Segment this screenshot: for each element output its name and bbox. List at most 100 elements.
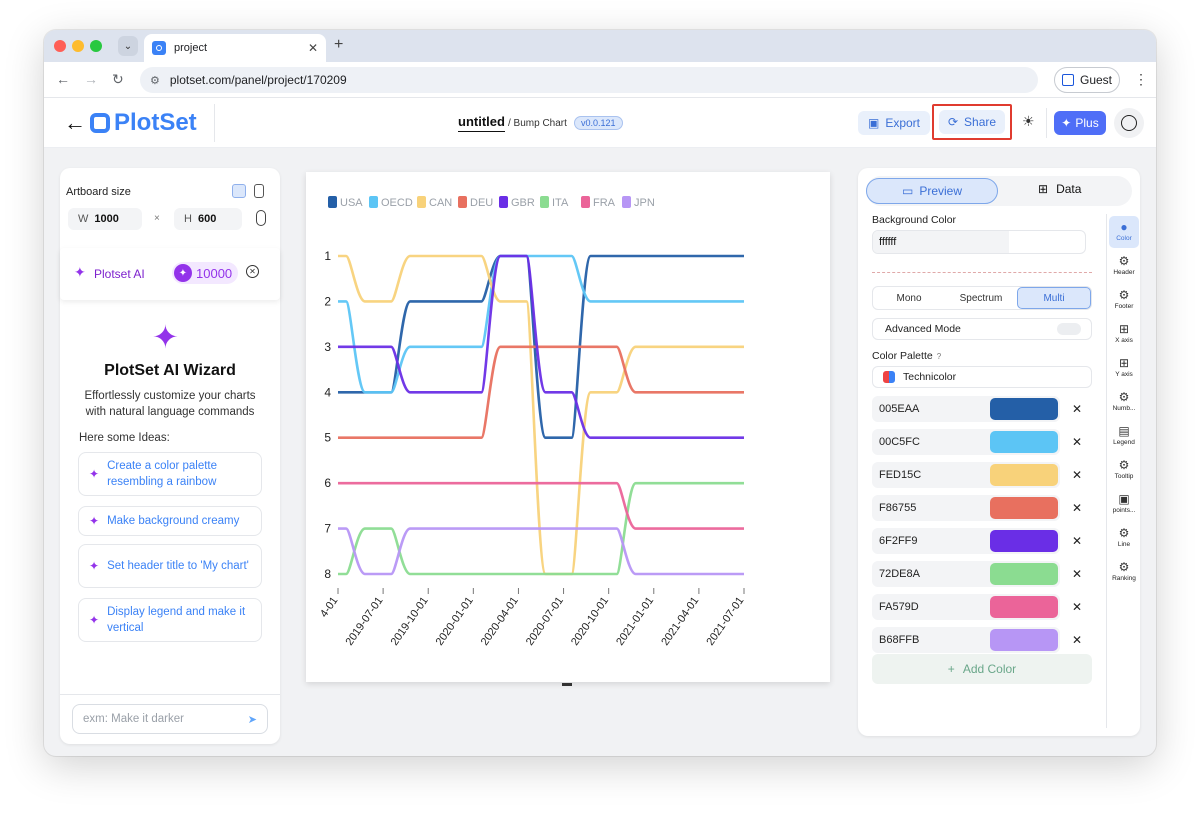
color-code-input[interactable]: FA579D: [872, 594, 1060, 620]
remove-color-icon[interactable]: ✕: [1072, 435, 1082, 449]
ai-credits-count: 10000: [196, 265, 233, 281]
legend-item: GBR: [499, 196, 535, 209]
rail-footer[interactable]: ⚙ Footer: [1109, 284, 1139, 316]
width-input[interactable]: W 1000: [68, 208, 142, 230]
mode-multi[interactable]: Multi: [1017, 287, 1091, 309]
preview-tab[interactable]: ▭ Preview: [866, 178, 998, 204]
plus-button[interactable]: ✦ Plus: [1054, 111, 1106, 135]
url-field[interactable]: ⚙ plotset.com/panel/project/170209: [140, 67, 1038, 93]
minimize-window-button[interactable]: [72, 40, 84, 52]
x-tick-label: 2021-07-01: [704, 595, 746, 648]
color-row: 6F2FF9 ✕: [872, 528, 1092, 554]
bump-chart: USA OECD CAN DEU GBR ITA FRA JPN123456784-01 201…: [318, 196, 746, 648]
back-icon[interactable]: ←: [56, 71, 70, 87]
site-info-icon[interactable]: ⚙: [150, 74, 160, 87]
height-input[interactable]: H 600: [174, 208, 242, 230]
rail-tooltip[interactable]: ⚙ Tooltip: [1109, 454, 1139, 486]
app-header: ← PlotSet untitled / Bump Chart v0.0.121…: [44, 98, 1156, 148]
sparkle-icon: ✦: [89, 613, 100, 627]
idea-vertical-legend[interactable]: ✦ Display legend and make it vertical: [78, 598, 262, 642]
advanced-mode-toggle[interactable]: [1057, 323, 1081, 335]
forward-icon[interactable]: →: [84, 71, 98, 87]
color-swatch[interactable]: [990, 464, 1058, 486]
export-button[interactable]: ▣ Export: [858, 111, 930, 135]
bg-color-input[interactable]: ffffff: [872, 230, 1086, 254]
user-icon: [1121, 115, 1137, 131]
color-code-input[interactable]: F86755: [872, 495, 1060, 521]
data-tab[interactable]: ⊞ Data: [1038, 182, 1081, 196]
y-tick-label: 7: [324, 522, 331, 536]
remove-color-icon[interactable]: ✕: [1072, 468, 1082, 482]
color-swatch[interactable]: [990, 629, 1058, 651]
mode-mono[interactable]: Mono: [873, 287, 945, 309]
color-code-input[interactable]: 00C5FC: [872, 429, 1060, 455]
rail-points[interactable]: ▣ points...: [1109, 488, 1139, 520]
tab-search-icon[interactable]: ⌄: [118, 36, 138, 56]
back-arrow-icon[interactable]: ←: [64, 110, 86, 136]
mode-spectrum[interactable]: Spectrum: [945, 287, 1017, 309]
reload-icon[interactable]: ↻: [112, 71, 124, 88]
desktop-icon[interactable]: [232, 184, 246, 198]
ai-prompt-input[interactable]: exm: Make it darker ➤: [72, 704, 268, 734]
browser-menu-icon[interactable]: ⋮: [1134, 71, 1148, 88]
user-account-button[interactable]: [1114, 108, 1144, 138]
document-title[interactable]: untitled: [458, 114, 505, 132]
add-color-button[interactable]: + Add Color: [872, 654, 1092, 684]
browser-tab[interactable]: project ✕: [144, 34, 326, 62]
remove-color-icon[interactable]: ✕: [1072, 534, 1082, 548]
resize-handle-icon[interactable]: ▬: [562, 678, 574, 689]
legend-label: USA: [340, 197, 363, 209]
aspect-lock-icon[interactable]: [256, 210, 266, 226]
color-code-input[interactable]: 72DE8A: [872, 561, 1060, 587]
rail-x-axis[interactable]: ⊞ X axis: [1109, 318, 1139, 350]
color-swatch[interactable]: [990, 398, 1058, 420]
color-swatch[interactable]: [990, 497, 1058, 519]
close-tab-icon[interactable]: ✕: [308, 41, 318, 55]
height-key: H: [184, 213, 192, 225]
color-swatch[interactable]: [990, 530, 1058, 552]
rail-line[interactable]: ⚙ Line: [1109, 522, 1139, 554]
new-tab-icon[interactable]: +: [334, 36, 343, 54]
rail-header[interactable]: ⚙ Header: [1109, 250, 1139, 282]
close-window-button[interactable]: [54, 40, 66, 52]
y-tick-label: 8: [324, 567, 331, 581]
remove-color-icon[interactable]: ✕: [1072, 402, 1082, 416]
color-code: 005EAA: [879, 403, 920, 415]
rail-y-axis[interactable]: ⊞ Y axis: [1109, 352, 1139, 384]
idea-creamy-background[interactable]: ✦ Make background creamy: [78, 506, 262, 536]
send-icon[interactable]: ➤: [248, 713, 257, 726]
color-row: B68FFB ✕: [872, 627, 1092, 653]
idea-rainbow-palette[interactable]: ✦ Create a color palette resembling a ra…: [78, 452, 262, 496]
idea-header-title[interactable]: ✦ Set header title to 'My chart': [78, 544, 262, 588]
logo[interactable]: PlotSet: [90, 109, 197, 137]
close-ai-icon[interactable]: ✕: [246, 265, 259, 278]
rail-numb[interactable]: ⚙ Numb...: [1109, 386, 1139, 418]
ai-title: Plotset AI: [94, 267, 145, 281]
color-swatch[interactable]: [990, 596, 1058, 618]
remove-color-icon[interactable]: ✕: [1072, 501, 1082, 515]
color-code-input[interactable]: FED15C: [872, 462, 1060, 488]
help-icon[interactable]: ?: [937, 352, 941, 361]
gear-icon: ⚙: [1118, 560, 1130, 574]
color-code-input[interactable]: B68FFB: [872, 627, 1060, 653]
share-button[interactable]: ⟳ Share: [939, 110, 1005, 134]
theme-toggle-icon[interactable]: ☀: [1022, 113, 1035, 130]
rail-legend[interactable]: ▤ Legend: [1109, 420, 1139, 452]
mobile-icon[interactable]: [254, 184, 264, 198]
guest-profile-button[interactable]: Guest: [1054, 67, 1120, 93]
palette-select[interactable]: Technicolor: [872, 366, 1092, 388]
color-code-input[interactable]: 6F2FF9: [872, 528, 1060, 554]
maximize-window-button[interactable]: [90, 40, 102, 52]
legend-swatch: [328, 196, 337, 208]
rail-ranking[interactable]: ⚙ Ranking: [1109, 556, 1139, 588]
guest-label: Guest: [1079, 73, 1112, 87]
remove-color-icon[interactable]: ✕: [1072, 567, 1082, 581]
color-code-input[interactable]: 005EAA: [872, 396, 1060, 422]
color-swatch[interactable]: [990, 431, 1058, 453]
remove-color-icon[interactable]: ✕: [1072, 633, 1082, 647]
rail-color[interactable]: ● Color: [1109, 216, 1139, 248]
color-swatch[interactable]: [990, 563, 1058, 585]
chart-canvas[interactable]: USA OECD CAN DEU GBR ITA FRA JPN 1 2 3 4 5 6 7 8 4-01 201…: [306, 172, 830, 682]
x-tick-label: 2020-07-01: [524, 595, 566, 648]
remove-color-icon[interactable]: ✕: [1072, 600, 1082, 614]
